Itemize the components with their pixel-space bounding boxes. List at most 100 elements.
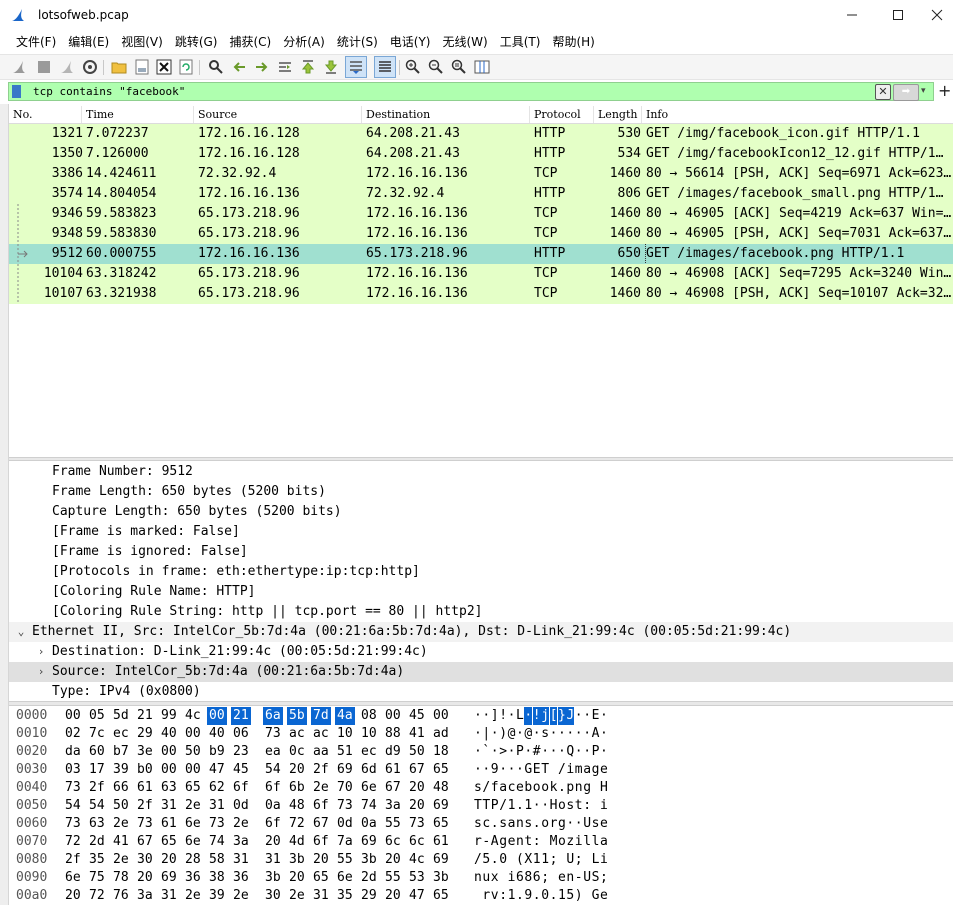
ascii-char[interactable]: i	[566, 761, 574, 779]
go-last-packet-icon[interactable]	[322, 58, 340, 76]
hex-byte[interactable]: 20	[409, 779, 425, 797]
hex-byte[interactable]: 2f	[89, 779, 105, 797]
apply-filter-icon[interactable]: ➡	[893, 84, 919, 101]
hex-byte[interactable]: 2f	[313, 761, 329, 779]
hex-byte[interactable]: 6f	[313, 833, 329, 851]
hex-byte[interactable]: 0c	[289, 743, 305, 761]
ascii-char[interactable]: P	[592, 743, 600, 761]
ascii-char[interactable]: e	[600, 815, 608, 833]
ascii-char[interactable]: ;	[550, 851, 558, 869]
hex-byte[interactable]: 35	[337, 887, 353, 905]
ascii-char[interactable]: [	[549, 707, 558, 725]
ascii-char[interactable]: s	[524, 815, 532, 833]
ascii-char[interactable]	[583, 887, 591, 905]
packet-row[interactable]: 10104 63.318242 65.173.218.96 172.16.16.136…	[9, 264, 953, 284]
hex-byte[interactable]: 54	[89, 797, 105, 815]
hex-byte[interactable]: 20	[289, 761, 305, 779]
detail-line[interactable]: [Frame is marked: False]	[9, 522, 953, 542]
hex-byte[interactable]: 69	[433, 851, 449, 869]
hex-byte[interactable]: 76	[113, 887, 129, 905]
hex-byte[interactable]: 36	[233, 869, 249, 887]
go-first-packet-icon[interactable]	[299, 58, 317, 76]
ascii-char[interactable]: P	[491, 797, 499, 815]
menu-help[interactable]: 帮助(H)	[546, 30, 600, 54]
hex-byte[interactable]: 20	[65, 887, 81, 905]
menu-telephony[interactable]: 电话(Y)	[384, 30, 437, 54]
byte-row[interactable]: 0000 00 05 5d 21 99 4c 00 21 6a 5b 7d 4a 08 00 45 00 · ·]!…	[9, 707, 953, 725]
ascii-char[interactable]: g	[558, 815, 566, 833]
hex-byte[interactable]: 21	[137, 707, 153, 725]
ascii-char[interactable]: .	[550, 887, 558, 905]
ascii-char[interactable]: ·	[482, 707, 490, 725]
hex-byte[interactable]: 00	[185, 725, 201, 743]
go-forward-icon[interactable]	[253, 58, 271, 76]
ascii-char[interactable]: e	[600, 761, 608, 779]
hex-byte[interactable]: 70	[337, 779, 353, 797]
hex-byte[interactable]: 00	[385, 707, 401, 725]
column-header-info[interactable]: Info	[642, 106, 953, 123]
ascii-char[interactable]: ;	[600, 869, 608, 887]
hex-byte[interactable]: 73	[409, 815, 425, 833]
hex-byte[interactable]: 3b	[289, 851, 305, 869]
menu-tools[interactable]: 工具(T)	[494, 30, 547, 54]
ascii-char[interactable]: c	[482, 815, 490, 833]
hex-byte[interactable]: 06	[233, 725, 249, 743]
ascii-char[interactable]: ·	[583, 707, 591, 725]
column-header-time[interactable]: Time	[82, 106, 194, 123]
stop-capture-icon[interactable]	[35, 58, 53, 76]
hex-byte[interactable]: 41	[409, 725, 425, 743]
ascii-char[interactable]: /	[558, 761, 566, 779]
hex-byte[interactable]: 6e	[65, 869, 81, 887]
hex-byte[interactable]: 05	[89, 707, 105, 725]
packet-row[interactable]: 9512 60.000755 172.16.16.136 65.173.218.96 H…	[9, 244, 953, 264]
column-header-no[interactable]: No.	[9, 106, 82, 123]
resize-columns-icon[interactable]	[473, 58, 491, 76]
hex-byte[interactable]: 6d	[361, 761, 377, 779]
hex-byte[interactable]: 72	[89, 887, 105, 905]
packet-row[interactable]: 1321 7.072237 172.16.16.128 64.208.21.43 HTT…	[9, 124, 953, 144]
chevron-right-icon[interactable]: ›	[34, 642, 48, 662]
ascii-char[interactable]: ]	[491, 707, 499, 725]
menu-capture[interactable]: 捕获(C)	[223, 30, 277, 54]
ascii-char[interactable]: T	[541, 761, 549, 779]
ascii-char[interactable]: ·	[508, 761, 516, 779]
ascii-char[interactable]: ·	[474, 707, 482, 725]
hex-byte[interactable]: 73	[137, 815, 153, 833]
hex-byte[interactable]: 55	[337, 851, 353, 869]
ascii-char[interactable]: ·	[566, 725, 574, 743]
hex-byte[interactable]: aa	[313, 743, 329, 761]
ascii-char[interactable]: X	[524, 851, 532, 869]
ascii-char[interactable]: :	[583, 797, 591, 815]
ascii-char[interactable]: a	[499, 779, 507, 797]
ascii-char[interactable]: s	[566, 797, 574, 815]
byte-row[interactable]: 0020 da 60 b7 3e 00 50 b9 23 ea 0c aa 51 ec d9 50 18 · ` · >…	[9, 743, 953, 761]
ascii-char[interactable]	[550, 761, 558, 779]
hex-byte[interactable]: 6c	[385, 833, 401, 851]
packet-row[interactable]: 10107 63.321938 65.173.218.96 172.16.16.136…	[9, 284, 953, 304]
ascii-char[interactable]: e	[600, 887, 608, 905]
ascii-char[interactable]: U	[583, 869, 591, 887]
ascii-char[interactable]: .	[491, 851, 499, 869]
hex-byte[interactable]: 3e	[137, 743, 153, 761]
hex-byte[interactable]: 29	[361, 887, 377, 905]
byte-row[interactable]: 0060 73 63 2e 73 61 6e 73 2e 6f 72 67 0d 0a 55 73 65 s c. s…	[9, 815, 953, 833]
ascii-char[interactable]: g	[592, 761, 600, 779]
ascii-char[interactable]: n	[516, 833, 524, 851]
hex-byte[interactable]: 6e	[185, 815, 201, 833]
ascii-char[interactable]: ·	[575, 725, 583, 743]
ascii-char[interactable]: 9	[524, 887, 532, 905]
hex-byte[interactable]: 10	[361, 725, 377, 743]
ascii-char[interactable]: ·	[600, 725, 608, 743]
ascii-char[interactable]	[592, 779, 600, 797]
ascii-char[interactable]: .	[533, 887, 541, 905]
auto-scroll-icon[interactable]	[345, 56, 367, 78]
ascii-char[interactable]: n	[516, 815, 524, 833]
ascii-char[interactable]: ·	[533, 725, 541, 743]
zoom-out-icon[interactable]	[427, 58, 445, 76]
hex-byte[interactable]: 2d	[361, 869, 377, 887]
ascii-char[interactable]: ·	[558, 725, 566, 743]
hex-byte[interactable]: ad	[433, 725, 449, 743]
ascii-char[interactable]: L	[516, 707, 524, 725]
hex-byte[interactable]: 5b	[287, 707, 307, 725]
ascii-char[interactable]: A	[592, 725, 600, 743]
